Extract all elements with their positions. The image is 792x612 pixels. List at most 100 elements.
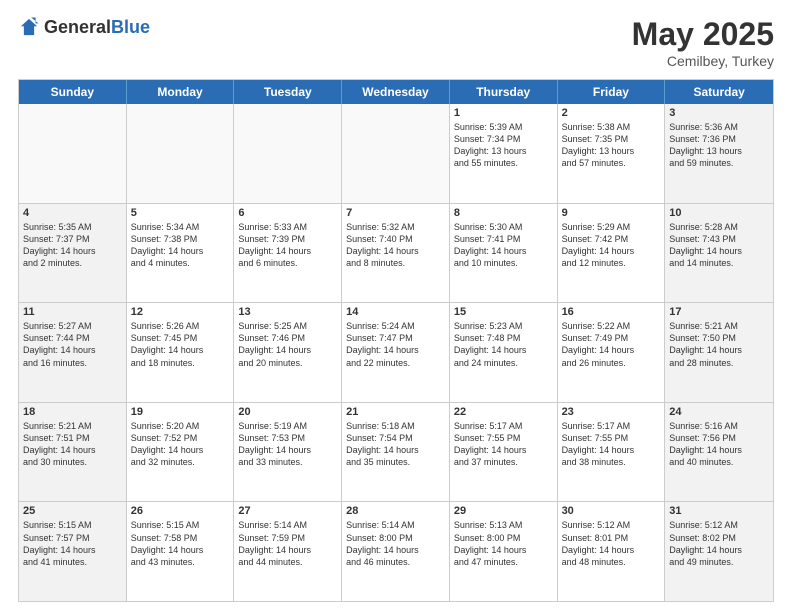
cal-cell: 21 Sunrise: 5:18 AM Sunset: 7:54 PM Dayli… (342, 403, 450, 502)
cal-cell: 28 Sunrise: 5:14 AM Sunset: 8:00 PM Dayli… (342, 502, 450, 601)
cal-week-1: 1Sunrise: 5:39 AM Sunset: 7:34 PM Daylig… (19, 104, 773, 204)
cal-cell: 13 Sunrise: 5:25 AM Sunset: 7:46 PM Dayli… (234, 303, 342, 402)
cal-cell: 9 Sunrise: 5:29 AM Sunset: 7:42 PM Daylig… (558, 204, 666, 303)
day-number: 8 (454, 207, 553, 219)
cal-cell: 10 Sunrise: 5:28 AM Sunset: 7:43 PM Dayli… (665, 204, 773, 303)
cal-cell: 19 Sunrise: 5:20 AM Sunset: 7:52 PM Dayli… (127, 403, 235, 502)
cal-cell: 11Sunrise: 5:27 AM Sunset: 7:44 PM Dayli… (19, 303, 127, 402)
cal-cell: 31 Sunrise: 5:12 AM Sunset: 8:02 PM Dayli… (665, 502, 773, 601)
cal-cell: 3 Sunrise: 5:36 AM Sunset: 7:36 PM Daylig… (665, 104, 773, 203)
cal-cell: 5Sunrise: 5:34 AM Sunset: 7:38 PM Daylig… (127, 204, 235, 303)
day-number: 31 (669, 505, 769, 517)
cal-cell: 4 Sunrise: 5:35 AM Sunset: 7:37 PM Daylig… (19, 204, 127, 303)
cell-info: Sunrise: 5:29 AM Sunset: 7:42 PM Dayligh… (562, 221, 661, 270)
page: GeneralBlue May 2025 Cemilbey, Turkey Su… (0, 0, 792, 612)
day-number: 13 (238, 306, 337, 318)
day-number: 21 (346, 406, 445, 418)
logo-general: General (44, 17, 111, 37)
cal-cell: 15Sunrise: 5:23 AM Sunset: 7:48 PM Dayli… (450, 303, 558, 402)
cell-info: Sunrise: 5:28 AM Sunset: 7:43 PM Dayligh… (669, 221, 769, 270)
cal-header-sunday: Sunday (19, 80, 127, 104)
day-number: 6 (238, 207, 337, 219)
cal-header-friday: Friday (558, 80, 666, 104)
logo-icon (18, 16, 40, 38)
cal-cell (127, 104, 235, 203)
day-number: 4 (23, 207, 122, 219)
cell-info: Sunrise: 5:17 AM Sunset: 7:55 PM Dayligh… (454, 420, 553, 469)
cal-cell: 23Sunrise: 5:17 AM Sunset: 7:55 PM Dayli… (558, 403, 666, 502)
cell-info: Sunrise: 5:17 AM Sunset: 7:55 PM Dayligh… (562, 420, 661, 469)
day-number: 24 (669, 406, 769, 418)
cal-cell: 2 Sunrise: 5:38 AM Sunset: 7:35 PM Daylig… (558, 104, 666, 203)
day-number: 27 (238, 505, 337, 517)
cal-cell: 26 Sunrise: 5:15 AM Sunset: 7:58 PM Dayli… (127, 502, 235, 601)
cal-header-wednesday: Wednesday (342, 80, 450, 104)
cal-cell: 30 Sunrise: 5:12 AM Sunset: 8:01 PM Dayli… (558, 502, 666, 601)
cal-header-tuesday: Tuesday (234, 80, 342, 104)
cal-cell: 12Sunrise: 5:26 AM Sunset: 7:45 PM Dayli… (127, 303, 235, 402)
day-number: 15 (454, 306, 553, 318)
day-number: 22 (454, 406, 553, 418)
cell-info: Sunrise: 5:21 AM Sunset: 7:50 PM Dayligh… (669, 320, 769, 369)
cell-info: Sunrise: 5:19 AM Sunset: 7:53 PM Dayligh… (238, 420, 337, 469)
day-number: 19 (131, 406, 230, 418)
title-month: May 2025 (632, 16, 774, 53)
cell-info: Sunrise: 5:30 AM Sunset: 7:41 PM Dayligh… (454, 221, 553, 270)
cell-info: Sunrise: 5:35 AM Sunset: 7:37 PM Dayligh… (23, 221, 122, 270)
cell-info: Sunrise: 5:36 AM Sunset: 7:36 PM Dayligh… (669, 121, 769, 170)
cell-info: Sunrise: 5:33 AM Sunset: 7:39 PM Dayligh… (238, 221, 337, 270)
cell-info: Sunrise: 5:13 AM Sunset: 8:00 PM Dayligh… (454, 519, 553, 568)
cell-info: Sunrise: 5:26 AM Sunset: 7:45 PM Dayligh… (131, 320, 230, 369)
cal-cell: 20Sunrise: 5:19 AM Sunset: 7:53 PM Dayli… (234, 403, 342, 502)
day-number: 28 (346, 505, 445, 517)
cell-info: Sunrise: 5:16 AM Sunset: 7:56 PM Dayligh… (669, 420, 769, 469)
cal-week-3: 11Sunrise: 5:27 AM Sunset: 7:44 PM Dayli… (19, 303, 773, 403)
title-location: Cemilbey, Turkey (632, 53, 774, 69)
day-number: 2 (562, 107, 661, 119)
header: GeneralBlue May 2025 Cemilbey, Turkey (18, 16, 774, 69)
cal-cell: 17Sunrise: 5:21 AM Sunset: 7:50 PM Dayli… (665, 303, 773, 402)
cell-info: Sunrise: 5:21 AM Sunset: 7:51 PM Dayligh… (23, 420, 122, 469)
cal-header-saturday: Saturday (665, 80, 773, 104)
day-number: 10 (669, 207, 769, 219)
day-number: 18 (23, 406, 122, 418)
cal-cell: 29 Sunrise: 5:13 AM Sunset: 8:00 PM Dayli… (450, 502, 558, 601)
day-number: 16 (562, 306, 661, 318)
cal-cell: 24 Sunrise: 5:16 AM Sunset: 7:56 PM Dayli… (665, 403, 773, 502)
cell-info: Sunrise: 5:12 AM Sunset: 8:01 PM Dayligh… (562, 519, 661, 568)
cell-info: Sunrise: 5:20 AM Sunset: 7:52 PM Dayligh… (131, 420, 230, 469)
cell-info: Sunrise: 5:12 AM Sunset: 8:02 PM Dayligh… (669, 519, 769, 568)
title-block: May 2025 Cemilbey, Turkey (632, 16, 774, 69)
cal-cell: 22 Sunrise: 5:17 AM Sunset: 7:55 PM Dayli… (450, 403, 558, 502)
cal-header-monday: Monday (127, 80, 235, 104)
calendar-body: 1Sunrise: 5:39 AM Sunset: 7:34 PM Daylig… (19, 104, 773, 601)
cal-cell: 1Sunrise: 5:39 AM Sunset: 7:34 PM Daylig… (450, 104, 558, 203)
cal-cell: 14Sunrise: 5:24 AM Sunset: 7:47 PM Dayli… (342, 303, 450, 402)
cell-info: Sunrise: 5:18 AM Sunset: 7:54 PM Dayligh… (346, 420, 445, 469)
day-number: 9 (562, 207, 661, 219)
cell-info: Sunrise: 5:14 AM Sunset: 7:59 PM Dayligh… (238, 519, 337, 568)
cal-header-thursday: Thursday (450, 80, 558, 104)
calendar-header: SundayMondayTuesdayWednesdayThursdayFrid… (19, 80, 773, 104)
cell-info: Sunrise: 5:27 AM Sunset: 7:44 PM Dayligh… (23, 320, 122, 369)
cell-info: Sunrise: 5:15 AM Sunset: 7:58 PM Dayligh… (131, 519, 230, 568)
day-number: 25 (23, 505, 122, 517)
cal-cell (19, 104, 127, 203)
day-number: 29 (454, 505, 553, 517)
day-number: 7 (346, 207, 445, 219)
cell-info: Sunrise: 5:32 AM Sunset: 7:40 PM Dayligh… (346, 221, 445, 270)
day-number: 3 (669, 107, 769, 119)
cal-cell: 8 Sunrise: 5:30 AM Sunset: 7:41 PM Daylig… (450, 204, 558, 303)
cell-info: Sunrise: 5:22 AM Sunset: 7:49 PM Dayligh… (562, 320, 661, 369)
cal-cell: 7 Sunrise: 5:32 AM Sunset: 7:40 PM Daylig… (342, 204, 450, 303)
day-number: 14 (346, 306, 445, 318)
cell-info: Sunrise: 5:39 AM Sunset: 7:34 PM Dayligh… (454, 121, 553, 170)
cal-week-4: 18 Sunrise: 5:21 AM Sunset: 7:51 PM Dayli… (19, 403, 773, 503)
logo: GeneralBlue (18, 16, 150, 38)
day-number: 26 (131, 505, 230, 517)
cell-info: Sunrise: 5:38 AM Sunset: 7:35 PM Dayligh… (562, 121, 661, 170)
cell-info: Sunrise: 5:25 AM Sunset: 7:46 PM Dayligh… (238, 320, 337, 369)
cell-info: Sunrise: 5:14 AM Sunset: 8:00 PM Dayligh… (346, 519, 445, 568)
cal-week-5: 25Sunrise: 5:15 AM Sunset: 7:57 PM Dayli… (19, 502, 773, 601)
day-number: 30 (562, 505, 661, 517)
